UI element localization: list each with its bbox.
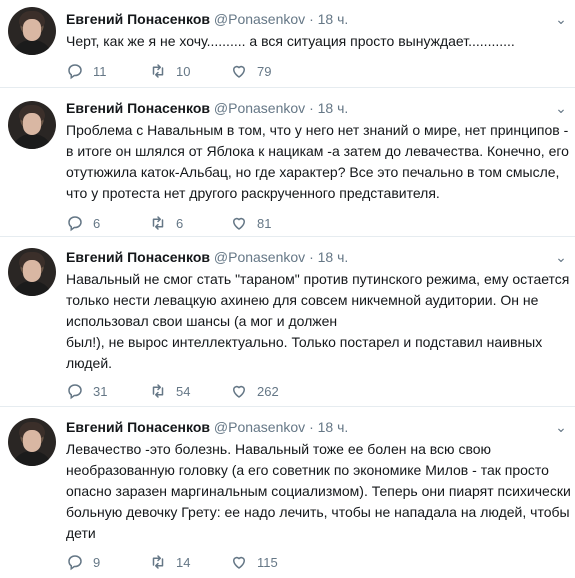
tweet-text: Левачество -это болезнь. Навальный тоже …	[66, 441, 571, 541]
retweet-button[interactable]: 14	[149, 552, 190, 572]
retweet-icon	[152, 384, 164, 398]
separator-dot: ·	[309, 249, 314, 265]
author-handle[interactable]: @Ponasenkov	[214, 249, 305, 265]
like-button[interactable]: 79	[230, 61, 271, 81]
tweet-header: Евгений Понасенков @Ponasenkov · 18 ч.	[66, 249, 348, 266]
reply-icon	[68, 216, 82, 232]
reply-icon	[68, 64, 82, 80]
retweet-icon	[152, 64, 164, 78]
author-name[interactable]: Евгений Понасенков	[66, 100, 210, 116]
timestamp[interactable]: 18 ч.	[318, 100, 349, 116]
separator-dot: ·	[309, 100, 314, 116]
avatar[interactable]	[8, 7, 56, 55]
retweet-count: 6	[176, 215, 184, 231]
author-handle[interactable]: @Ponasenkov	[214, 419, 305, 435]
reply-button[interactable]: 9	[66, 552, 100, 572]
retweet-count: 10	[176, 63, 191, 79]
like-count: 79	[257, 63, 272, 79]
retweet-count: 14	[176, 554, 191, 570]
avatar[interactable]	[8, 101, 56, 149]
retweet-button[interactable]: 54	[149, 381, 190, 401]
tweet[interactable]: Евгений Понасенков @Ponasenkov · 18 ч. ⌄…	[0, 0, 575, 88]
retweet-icon	[152, 555, 164, 569]
retweet-count: 54	[176, 383, 191, 399]
timestamp[interactable]: 18 ч.	[318, 249, 349, 265]
tweet[interactable]: Евгений Понасенков @Ponasenkov · 18 ч. ⌄…	[0, 89, 575, 237]
like-button[interactable]: 262	[230, 381, 279, 401]
author-name[interactable]: Евгений Понасенков	[66, 419, 210, 435]
reply-count: 11	[93, 63, 107, 79]
timestamp[interactable]: 18 ч.	[318, 11, 349, 27]
reply-button[interactable]: 11	[66, 61, 107, 81]
reply-button[interactable]: 31	[66, 381, 107, 401]
reply-button[interactable]: 6	[66, 213, 100, 233]
tweet-text: Черт, как же я не хочу.......... а вся с…	[66, 33, 515, 49]
reply-count: 31	[93, 383, 108, 399]
tweet[interactable]: Евгений Понасенков @Ponasenkov · 18 ч. ⌄…	[0, 238, 575, 407]
reply-count: 6	[93, 215, 101, 231]
author-handle[interactable]: @Ponasenkov	[214, 100, 305, 116]
author-name[interactable]: Евгений Понасенков	[66, 11, 210, 27]
chevron-down-icon[interactable]: ⌄	[554, 420, 568, 434]
timestamp[interactable]: 18 ч.	[318, 419, 349, 435]
tweet-text: Навальный не смог стать "тараном" против…	[66, 271, 570, 371]
like-count: 115	[257, 554, 278, 570]
reply-icon	[68, 555, 82, 571]
retweet-icon	[152, 216, 164, 230]
chevron-down-icon[interactable]: ⌄	[554, 101, 568, 115]
tweet-header: Евгений Понасенков @Ponasenkov · 18 ч.	[66, 419, 348, 436]
heart-icon	[233, 217, 245, 230]
separator-dot: ·	[309, 419, 314, 435]
like-button[interactable]: 81	[230, 213, 271, 233]
like-count: 262	[257, 383, 279, 399]
author-handle[interactable]: @Ponasenkov	[214, 11, 305, 27]
like-count: 81	[257, 215, 272, 231]
avatar[interactable]	[8, 248, 56, 296]
retweet-button[interactable]: 10	[149, 61, 190, 81]
tweet-header: Евгений Понасенков @Ponasenkov · 18 ч.	[66, 11, 348, 28]
tweet[interactable]: Евгений Понасенков @Ponasenkov · 18 ч. ⌄…	[0, 408, 575, 578]
chevron-down-icon[interactable]: ⌄	[554, 12, 568, 26]
heart-icon	[233, 556, 245, 569]
reply-icon	[68, 384, 82, 400]
tweet-feed: Евгений Понасенков @Ponasenkov · 18 ч. ⌄…	[0, 0, 575, 578]
separator-dot: ·	[309, 11, 314, 27]
chevron-down-icon[interactable]: ⌄	[554, 250, 568, 264]
tweet-header: Евгений Понасенков @Ponasenkov · 18 ч.	[66, 100, 348, 117]
like-button[interactable]: 115	[230, 552, 278, 572]
heart-icon	[233, 385, 245, 398]
tweet-text: Проблема с Навальным в том, что у него н…	[66, 122, 569, 201]
reply-count: 9	[93, 554, 101, 570]
heart-icon	[233, 65, 245, 78]
avatar[interactable]	[8, 418, 56, 466]
author-name[interactable]: Евгений Понасенков	[66, 249, 210, 265]
retweet-button[interactable]: 6	[149, 213, 183, 233]
